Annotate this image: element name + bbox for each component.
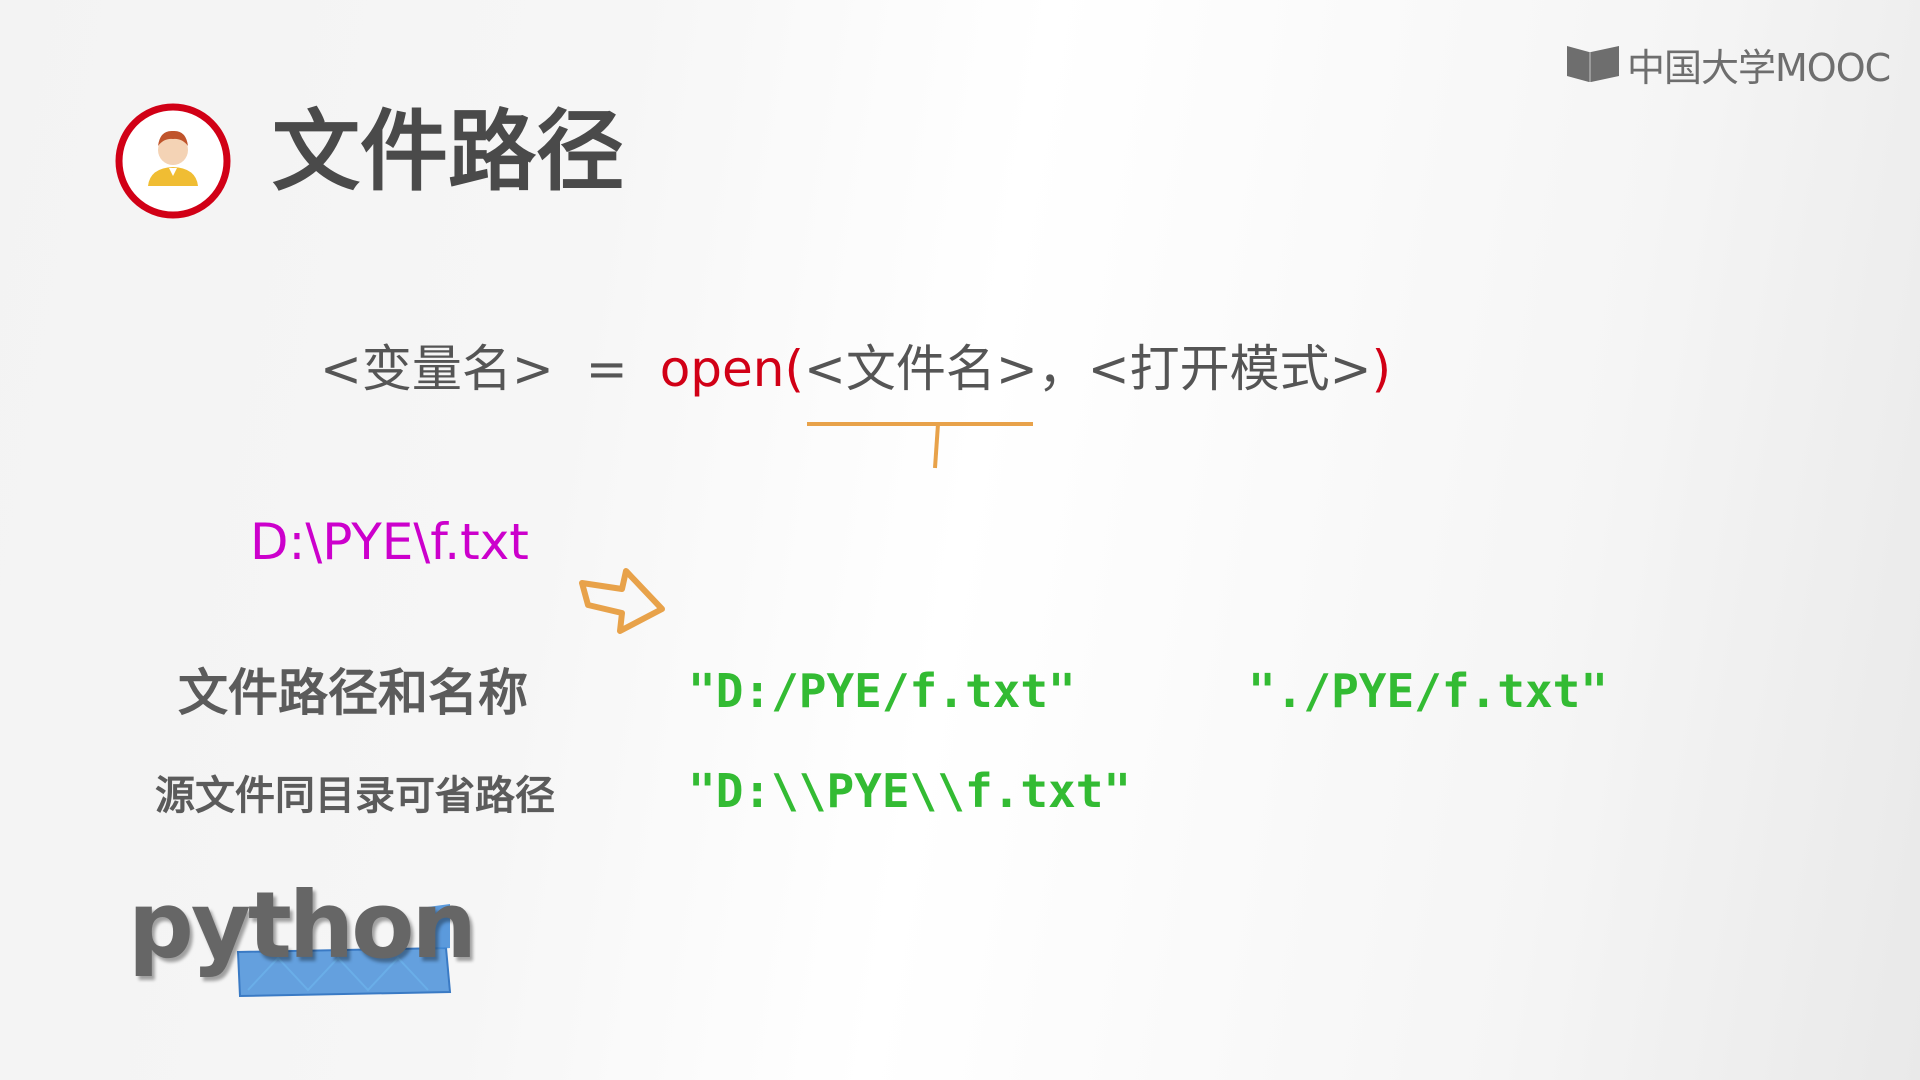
right-arrow-icon — [579, 568, 665, 634]
row-label-path-and-name: 文件路径和名称 — [178, 664, 528, 722]
user-avatar-icon — [112, 100, 234, 222]
page-title: 文件路径 — [272, 100, 625, 203]
code-escaped-path: "D:\\PYE\\f.txt" — [688, 764, 1132, 818]
python-logo: python — [128, 880, 477, 1010]
syntax-equals: = — [585, 340, 628, 398]
code-relative-path: "./PYE/f.txt" — [1248, 664, 1609, 718]
filename-bracket — [807, 422, 1033, 469]
syntax-variable: <变量名> — [320, 340, 554, 398]
syntax-close: ) — [1371, 340, 1392, 398]
example-path: D:\PYE\f.txt — [250, 513, 529, 571]
python-wordmark: python — [128, 872, 477, 979]
syntax-function: open( — [659, 340, 804, 398]
code-absolute-path: "D:/PYE/f.txt" — [688, 664, 1076, 718]
syntax-args: <文件名>，<打开模式> — [804, 340, 1372, 398]
mooc-logo: 中国大学MOOC — [1565, 42, 1891, 90]
book-icon — [1567, 46, 1619, 82]
open-syntax: <变量名> = open(<文件名>，<打开模式>) — [320, 342, 1391, 397]
brand-name: 中国大学MOOC — [1627, 45, 1891, 90]
row-label-same-directory: 源文件同目录可省路径 — [155, 773, 555, 819]
